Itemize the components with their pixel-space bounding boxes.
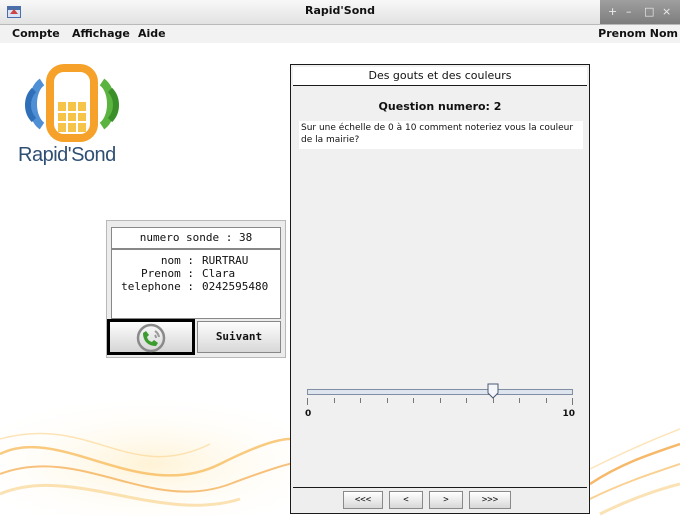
previous-question-button[interactable]: <: [389, 491, 423, 509]
slider-tick: [386, 398, 388, 403]
slider-tick: [333, 398, 335, 403]
contact-prenom: Prenom : Clara: [112, 267, 280, 280]
question-number: Question numero: 2: [378, 100, 502, 113]
menu-bar: Compte Affichage Aide Prenom Nom: [0, 25, 680, 43]
slider-tick: [360, 398, 361, 403]
logo-text: Rapid'Sond: [18, 144, 116, 166]
sonde-number: numero sonde : 38: [111, 227, 281, 249]
slider-tick: [519, 398, 520, 403]
survey-title: Des gouts et des couleurs: [293, 67, 587, 86]
window-minimize-icon[interactable]: –: [626, 5, 632, 18]
contact-telephone: telephone : 0242595480: [112, 280, 280, 293]
slider-max-label: 10: [562, 409, 575, 419]
slider-tick: [492, 398, 494, 403]
slider-thumb[interactable]: [487, 383, 499, 399]
main-content: Rapid'Sond numero sonde : 38 nom : RURTR…: [0, 44, 680, 516]
field-label: nom :: [160, 254, 194, 267]
last-question-button[interactable]: >>>: [469, 491, 511, 509]
question-text: Sur une échelle de 0 à 10 comment noteri…: [299, 121, 583, 149]
menu-compte[interactable]: Compte: [12, 27, 60, 40]
field-label: telephone :: [121, 280, 194, 293]
next-button[interactable]: Suivant: [197, 321, 281, 353]
window-close-icon[interactable]: ×: [662, 5, 671, 18]
rating-slider[interactable]: 0 10: [305, 381, 575, 429]
sonde-value: 38: [239, 231, 253, 244]
slider-tick: [307, 398, 308, 405]
slider-track[interactable]: [307, 389, 573, 395]
window-title: Rapid'Sond: [305, 4, 375, 17]
slider-tick: [466, 398, 467, 403]
user-name[interactable]: Prenom Nom: [598, 27, 678, 40]
first-question-button[interactable]: <<<: [343, 491, 383, 509]
field-value: 0242595480: [202, 280, 269, 293]
question-navigation: <<< < > >>>: [293, 487, 587, 512]
slider-tick: [413, 398, 414, 403]
contact-info: nom : RURTRAU Prenom : Clara telephone :…: [111, 249, 281, 319]
window-controls: + – □ ×: [600, 0, 680, 24]
survey-panel: Des gouts et des couleurs Question numer…: [290, 64, 590, 514]
slider-min-label: 0: [305, 409, 312, 419]
phone-call-icon: [136, 323, 166, 353]
contact-nom: nom : RURTRAU: [112, 254, 280, 267]
next-question-button[interactable]: >: [429, 491, 463, 509]
field-value: Clara: [202, 267, 236, 280]
field-value: RURTRAU: [202, 254, 249, 267]
slider-tick: [572, 398, 573, 405]
menu-aide[interactable]: Aide: [138, 27, 166, 40]
window-maximize-icon[interactable]: □: [644, 5, 654, 18]
contact-card: numero sonde : 38 nom : RURTRAU Prenom :…: [106, 220, 286, 358]
call-button[interactable]: [107, 319, 195, 355]
slider-tick: [439, 398, 441, 403]
window-pin-icon[interactable]: +: [608, 5, 617, 18]
sonde-label: numero sonde :: [139, 231, 233, 244]
slider-tick: [545, 398, 547, 403]
field-label: Prenom :: [141, 267, 194, 280]
title-bar: Rapid'Sond + – □ ×: [0, 0, 680, 25]
menu-affichage[interactable]: Affichage: [72, 27, 130, 40]
